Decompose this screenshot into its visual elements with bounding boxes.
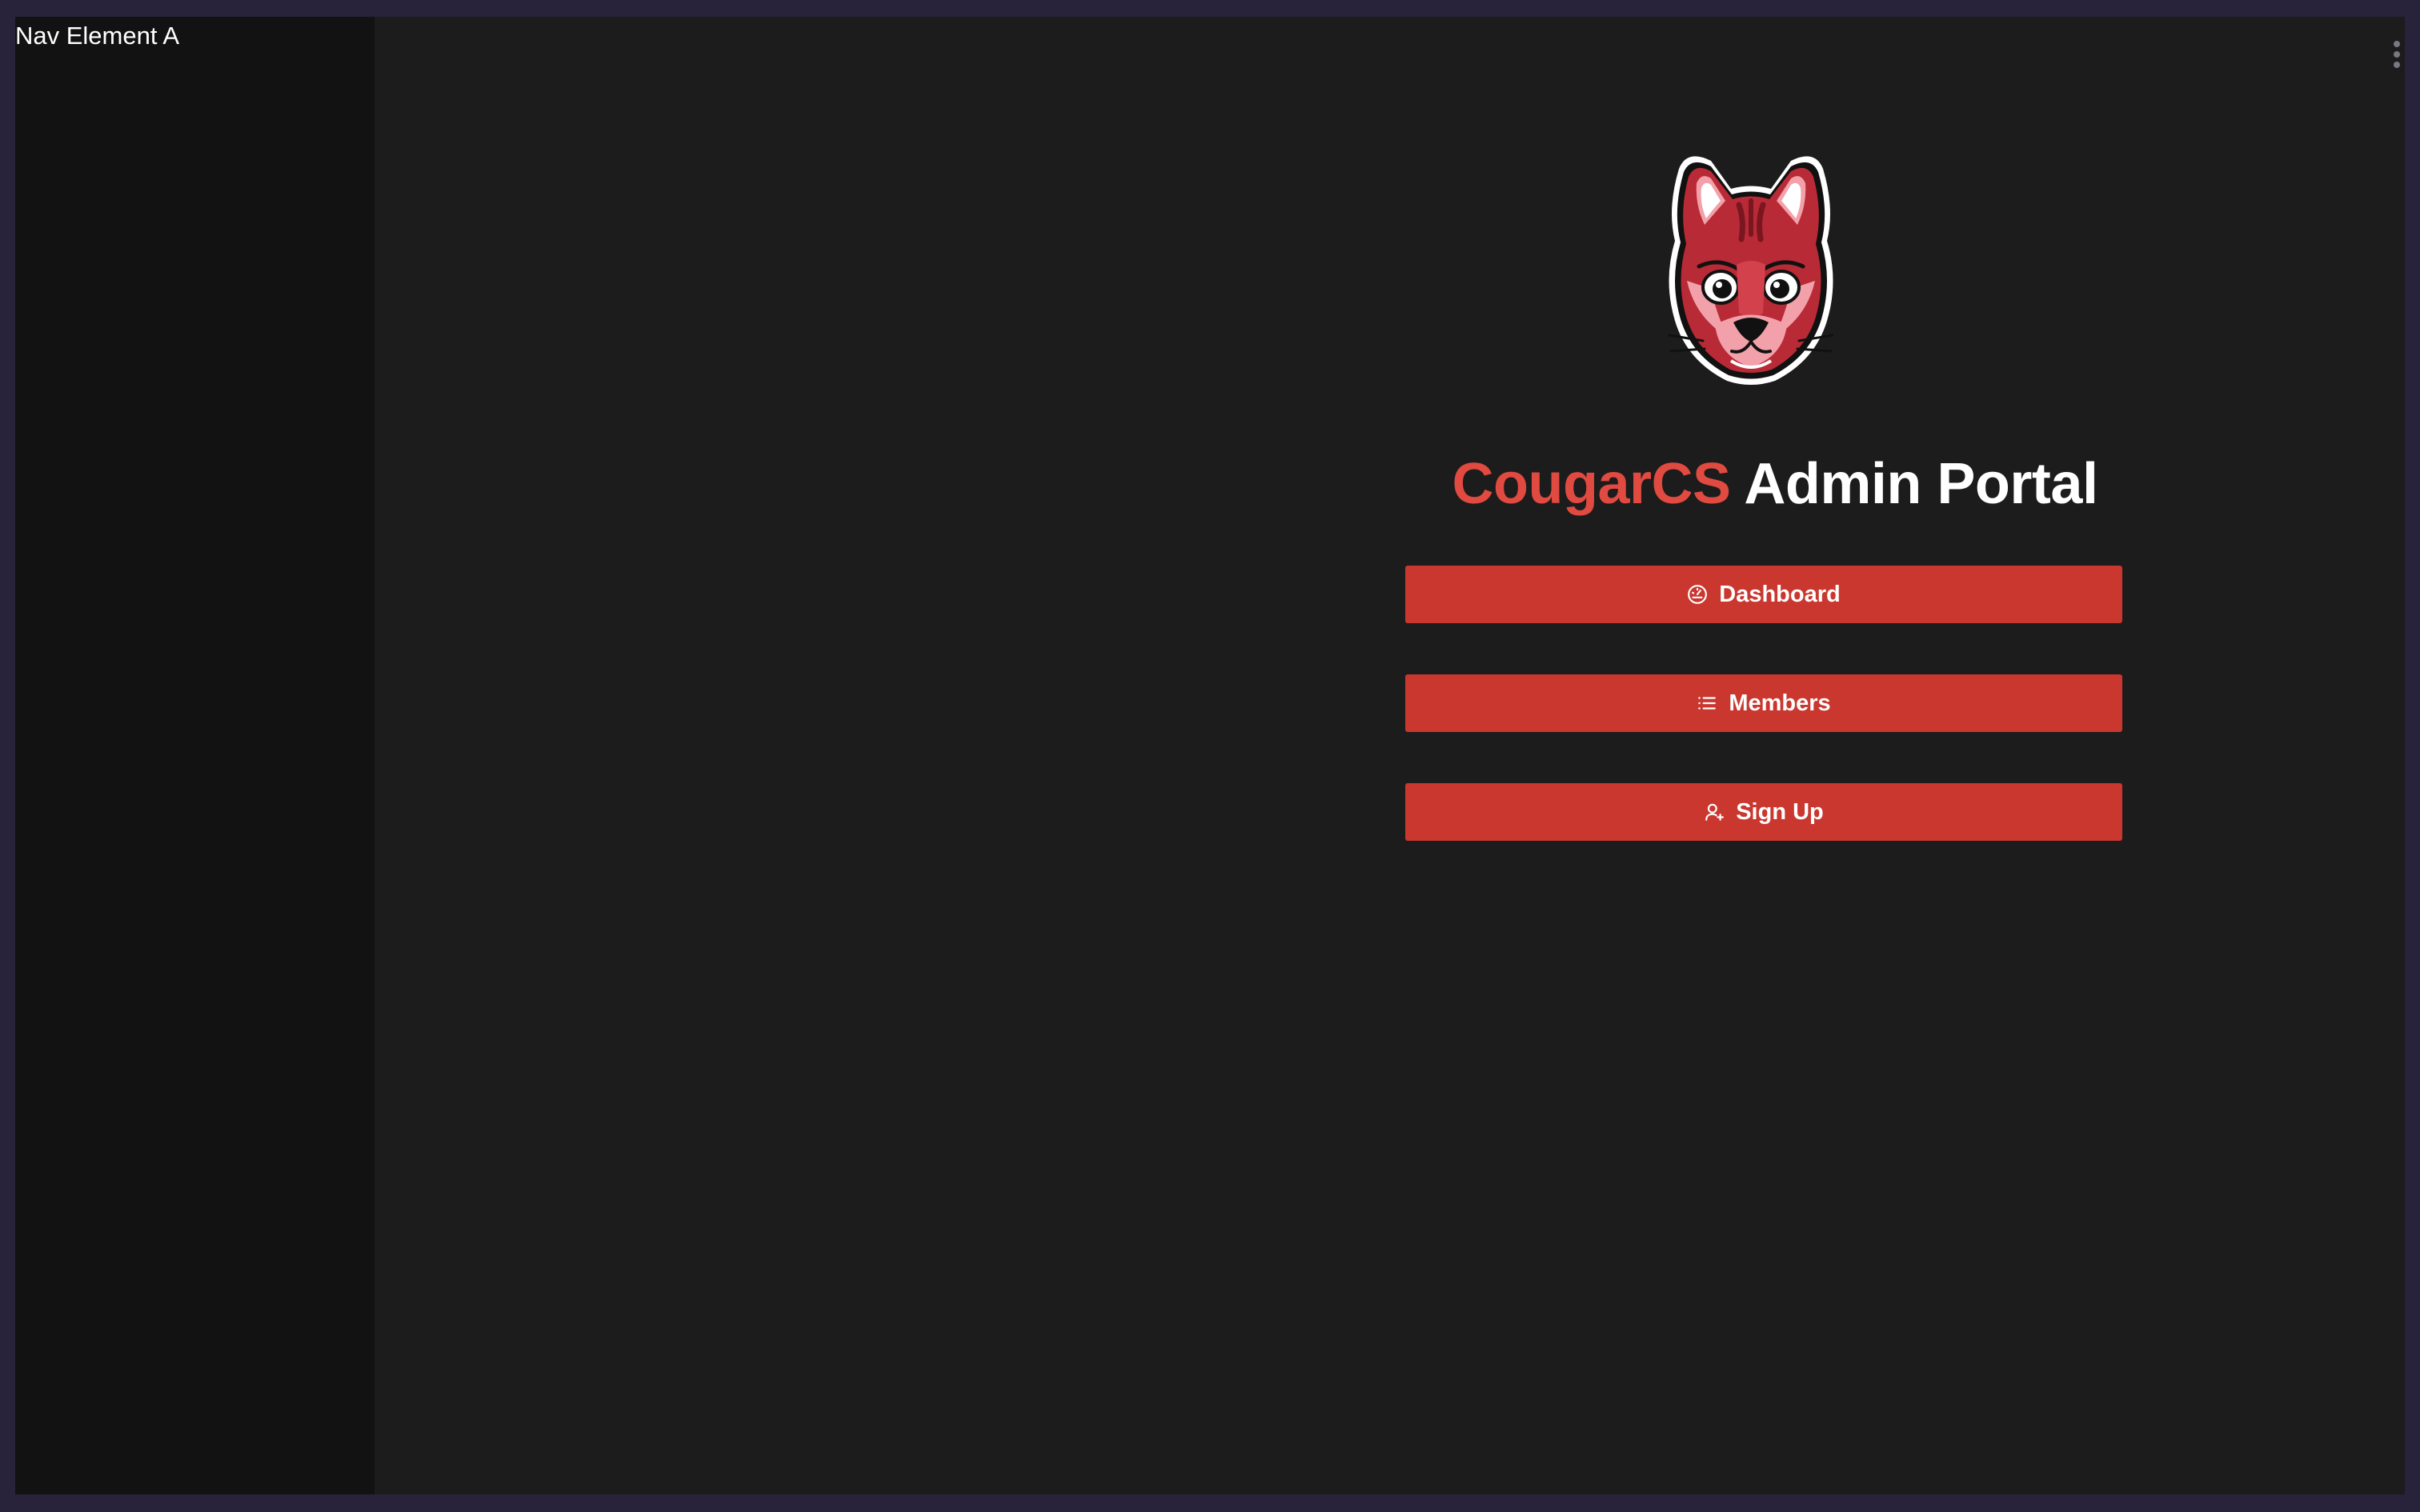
- dashboard-button[interactable]: Dashboard: [1405, 566, 2122, 623]
- sidebar: Nav Element A: [15, 17, 375, 1494]
- window-menu-icon[interactable]: [2394, 41, 2405, 72]
- window-frame: Nav Element A CougarCS Admin Portal Dash…: [0, 0, 2420, 1512]
- members-button-label: Members: [1729, 690, 1831, 716]
- app-window: Nav Element A CougarCS Admin Portal Dash…: [15, 17, 2405, 1494]
- gauge-icon: [1687, 584, 1708, 605]
- sign-up-button-label: Sign Up: [1736, 798, 1824, 825]
- user-plus-icon: [1704, 802, 1725, 822]
- main-content: CougarCS Admin Portal Dashboard Members …: [375, 17, 2405, 1494]
- sign-up-button[interactable]: Sign Up: [1405, 783, 2122, 841]
- page-title: CougarCS Admin Portal: [1375, 446, 2175, 522]
- sidebar-item-nav-element-a[interactable]: Nav Element A: [15, 20, 179, 52]
- list-icon: [1697, 693, 1717, 714]
- dashboard-button-label: Dashboard: [1719, 581, 1841, 607]
- cougar-mascot-icon: [1655, 145, 1847, 393]
- page-title-accent: CougarCS: [1452, 452, 1732, 516]
- members-button[interactable]: Members: [1405, 674, 2122, 732]
- page-title-rest: Admin Portal: [1730, 452, 2098, 516]
